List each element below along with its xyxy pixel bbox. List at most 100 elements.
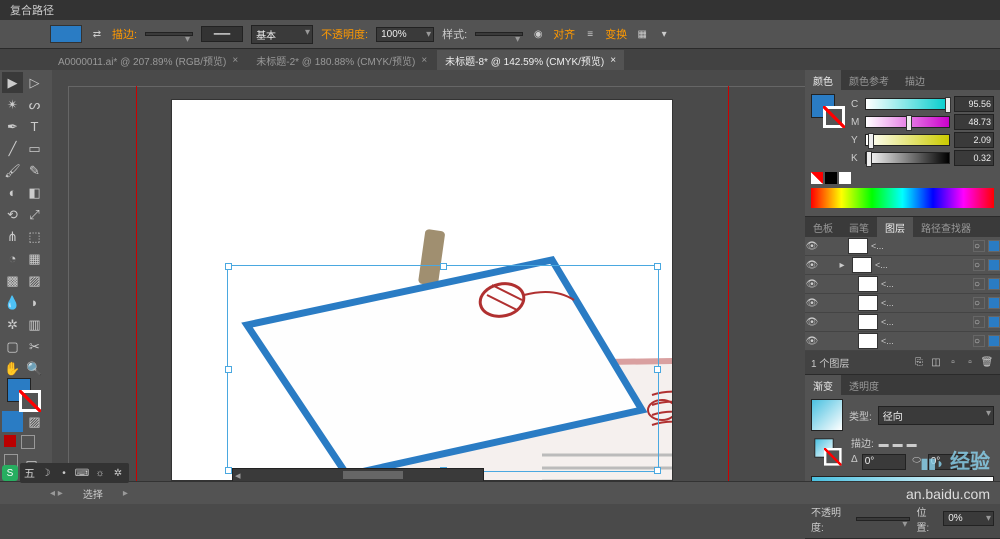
free-transform-tool[interactable]: ⬚ [24,226,45,247]
canvas-area[interactable]: ◂ [52,70,805,482]
document-tab[interactable]: 未标题-2* @ 180.88% (CMYK/预览)× [248,50,435,71]
options-more-icon[interactable]: ▾ [657,27,671,41]
eraser-tool[interactable]: ◧ [24,182,45,203]
swap-fill-stroke-icon[interactable]: ⇄ [90,27,104,41]
target-icon[interactable]: ○ [973,278,985,290]
grad-ratio-input[interactable] [928,454,972,470]
stroke-style-preview[interactable]: ━━━ [201,26,243,42]
stop-opacity-dropdown[interactable] [856,517,910,521]
new-sublayer-icon[interactable]: ▫ [946,356,960,370]
color-slider[interactable] [865,98,950,110]
target-icon[interactable]: ○ [973,316,985,328]
align-link[interactable]: 对齐 [553,26,575,42]
none-swatch[interactable] [811,172,823,184]
column-graph-tool[interactable]: ▥ [24,314,45,335]
color-slider[interactable] [865,134,950,146]
close-tab-icon[interactable]: × [421,55,427,66]
mesh-tool[interactable]: ▩ [2,270,23,291]
stroke-grad-icon[interactable]: ▬ [891,438,905,452]
tab-color-guide[interactable]: 颜色参考 [841,70,897,91]
tab-color[interactable]: 颜色 [805,70,841,91]
channel-value[interactable]: 0.32 [954,150,994,166]
channel-value[interactable]: 95.56 [954,96,994,112]
brush-basic-dropdown[interactable]: 基本 [251,25,313,44]
fill-color-swatch[interactable] [50,25,82,43]
grad-type-dropdown[interactable]: 径向 [878,406,994,425]
magic-wand-tool[interactable]: ✴ [2,94,23,115]
layer-row[interactable]: 👁▸<...○ [805,256,1000,275]
gradient-tool[interactable]: ▨ [24,270,45,291]
color-slider[interactable] [865,116,950,128]
graphic-style-dropdown[interactable] [475,32,523,36]
target-icon[interactable]: ○ [973,259,985,271]
grad-fill-stroke[interactable] [814,439,841,466]
width-tool[interactable]: ⋔ [2,226,23,247]
slice-tool[interactable]: ✂ [24,336,45,357]
resize-handle[interactable] [225,366,232,373]
resize-handle[interactable] [654,366,661,373]
black-swatch[interactable] [825,172,837,184]
ime-keyboard-icon[interactable]: ⌨ [75,466,89,480]
type-tool[interactable]: T [24,116,45,137]
make-clip-icon[interactable]: ◫ [929,356,943,370]
blend-tool[interactable]: ◗ [24,292,45,313]
resize-handle[interactable] [440,263,447,270]
visibility-toggle-icon[interactable]: 👁 [805,317,819,328]
gradient-mode-button[interactable]: ▨ [24,411,45,432]
fill-stroke-indicator[interactable] [811,94,845,128]
isolate-icon[interactable]: ▦ [635,27,649,41]
guide-line[interactable] [136,86,137,482]
document-tab[interactable]: A0000011.ai* @ 207.89% (RGB/预览)× [50,50,246,71]
delete-layer-icon[interactable]: 🗑 [980,356,994,370]
paintbrush-tool[interactable]: 🖌 [2,160,23,181]
symbol-sprayer-tool[interactable]: ✲ [2,314,23,335]
align-icon[interactable]: ≡ [583,27,597,41]
ime-dot-icon[interactable]: • [57,466,71,480]
rotate-tool[interactable]: ⟲ [2,204,23,225]
layer-row[interactable]: 👁<...○ [805,237,1000,256]
grad-angle-input[interactable] [862,454,906,470]
stroke-grad-icon[interactable]: ▬ [905,438,919,452]
eyedropper-tool[interactable]: 💧 [2,292,23,313]
gradient-preview[interactable] [811,399,843,431]
fill-stroke-control[interactable] [2,380,46,410]
pen-tool[interactable]: ✒ [2,116,23,137]
selection-tool[interactable]: ▶ [2,72,23,93]
rectangle-tool[interactable]: ▭ [24,138,45,159]
tab-pathfinder[interactable]: 路径查找器 [913,217,979,238]
color-spectrum[interactable] [811,188,994,208]
resize-handle[interactable] [654,467,661,474]
ruler-horizontal[interactable] [68,70,805,87]
tab-layers[interactable]: 图层 [877,217,913,238]
tab-gradient[interactable]: 渐变 [805,375,841,396]
tab-brushes[interactable]: 画笔 [841,217,877,238]
tab-stroke[interactable]: 描边 [897,70,933,91]
ime-sun-icon[interactable]: ☼ [93,466,107,480]
close-tab-icon[interactable]: × [610,55,616,66]
transform-link[interactable]: 变换 [605,26,627,42]
document-tab[interactable]: 未标题-8* @ 142.59% (CMYK/预览)× [437,50,624,71]
ime-moon-icon[interactable]: ☽ [39,466,53,480]
tab-transparency[interactable]: 透明度 [841,375,887,396]
layer-row[interactable]: 👁<...○ [805,294,1000,313]
ime-settings-icon[interactable]: ✲ [111,466,125,480]
target-icon[interactable]: ○ [973,335,985,347]
stroke-grad-icon[interactable]: ▬ [877,438,891,452]
guide-line[interactable] [728,86,729,482]
perspective-grid-tool[interactable]: ▦ [24,248,45,269]
artboard-tool[interactable]: ▢ [2,336,23,357]
tab-swatches[interactable]: 色板 [805,217,841,238]
layer-row[interactable]: 👁<...○ [805,313,1000,332]
layer-row[interactable]: 👁<...○ [805,332,1000,351]
new-layer-icon[interactable]: ▫ [963,356,977,370]
none-mode-button[interactable] [4,435,16,447]
visibility-toggle-icon[interactable]: 👁 [805,279,819,290]
opacity-dropdown[interactable]: 100% [376,27,434,42]
visibility-toggle-icon[interactable]: 👁 [805,336,819,347]
selection-bounding-box[interactable] [227,265,659,472]
stop-position-dropdown[interactable]: 0% [943,511,994,526]
target-icon[interactable]: ○ [973,297,985,309]
scale-tool[interactable]: ⤢ [24,204,45,225]
color-slider[interactable] [865,152,950,164]
channel-value[interactable]: 48.73 [954,114,994,130]
